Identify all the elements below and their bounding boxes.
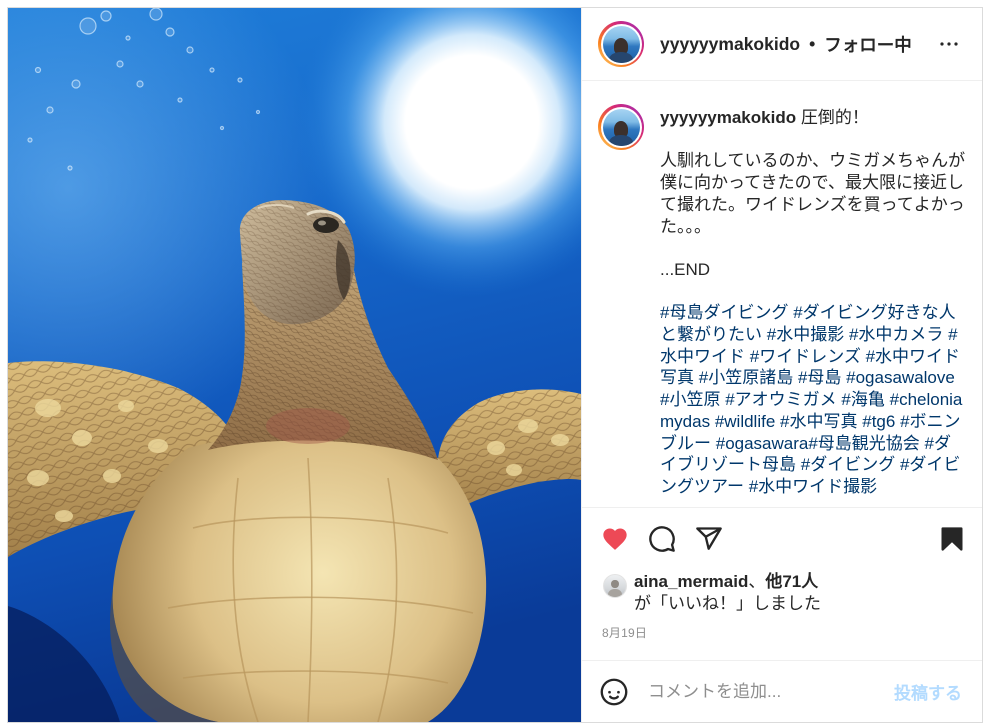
- caption-body: 人馴れしているのか、ウミガメちゃんが僕に向かってきたので、最大限に接近して撮れた…: [660, 151, 966, 236]
- actions-bar: [582, 508, 982, 570]
- avatar-ring-gap: [600, 23, 642, 65]
- post-side-panel: yyyyyymakokido • フォロー中 yyyyyymakokido 圧倒…: [581, 8, 982, 722]
- comment-form: 投稿する: [582, 660, 982, 722]
- like-button[interactable]: [601, 525, 629, 553]
- share-button[interactable]: [695, 525, 723, 553]
- author-avatar-image: [602, 25, 640, 63]
- caption-author-avatar[interactable]: [598, 104, 644, 150]
- hashtag-link[interactable]: #水中カメラ: [849, 325, 943, 344]
- following-button[interactable]: フォロー中: [824, 32, 912, 57]
- caption-title: 圧倒的！: [800, 108, 869, 127]
- liker-username-link[interactable]: aina_mermaid: [634, 572, 748, 591]
- underwater-turtle-photo: [8, 8, 581, 722]
- save-button[interactable]: [938, 525, 966, 553]
- hashtag-link[interactable]: #tg6: [862, 412, 895, 431]
- heart-filled-icon: [603, 528, 627, 550]
- comment-icon: [649, 526, 675, 552]
- hashtag-link[interactable]: #ogasawalove: [846, 368, 955, 387]
- hashtag-link[interactable]: #ダイビング: [801, 455, 895, 474]
- post-header: yyyyyymakokido • フォロー中: [582, 8, 982, 81]
- hashtag-link[interactable]: #母島: [798, 368, 841, 387]
- likes-summary: aina_mermaid、他71人 が「いいね！」しました: [582, 571, 982, 615]
- author-username-link[interactable]: yyyyyymakokido: [660, 34, 800, 55]
- comment-input[interactable]: [648, 681, 882, 702]
- hashtag-link[interactable]: #水中写真: [780, 412, 857, 431]
- hashtag-link[interactable]: #水中撮影: [767, 325, 844, 344]
- header-author-line: yyyyyymakokido • フォロー中: [660, 32, 912, 57]
- more-options-button[interactable]: [934, 29, 964, 59]
- hashtag-link[interactable]: #小笠原諸島: [699, 368, 793, 387]
- hashtag-link[interactable]: #海亀: [841, 390, 884, 409]
- hashtag-link[interactable]: #ワイドレンズ: [750, 347, 861, 366]
- hashtag-link[interactable]: #ogasawara#母島観光協会: [716, 434, 920, 453]
- emoji-button[interactable]: [600, 678, 628, 706]
- post-modal: yyyyyymakokido • フォロー中 yyyyyymakokido 圧倒…: [7, 7, 983, 723]
- more-horizontal-icon: [940, 42, 958, 46]
- post-date[interactable]: 8月19日: [602, 626, 647, 640]
- post-footer: aina_mermaid、他71人 が「いいね！」しました 8月19日: [582, 507, 982, 660]
- caption-hashtags: #母島ダイビング #ダイビング好きな人と繋がりたい #水中撮影 #水中カメラ #…: [660, 302, 966, 497]
- post-photo[interactable]: [8, 8, 581, 722]
- other-likers-link[interactable]: 他71人: [765, 572, 818, 591]
- comment-button[interactable]: [648, 525, 676, 553]
- caption-author-avatar-image: [602, 108, 640, 146]
- likes-separator: 、: [748, 572, 766, 591]
- post-date-row: 8月19日: [582, 626, 982, 640]
- smiley-icon: [600, 678, 628, 705]
- caption-first-line: yyyyyymakokido 圧倒的！: [660, 107, 966, 129]
- liker-avatar[interactable]: [603, 574, 627, 598]
- caption-username-link[interactable]: yyyyyymakokido: [660, 108, 796, 127]
- paper-plane-icon: [696, 527, 722, 550]
- likes-suffix: が「いいね！」しました: [634, 594, 821, 613]
- likes-first-line: aina_mermaid、他71人: [634, 571, 821, 593]
- hashtag-link[interactable]: #wildlife: [715, 412, 775, 431]
- caption-ending: ...END: [660, 259, 711, 279]
- author-avatar[interactable]: [598, 21, 644, 67]
- hashtag-link[interactable]: #アオウミガメ: [725, 390, 836, 409]
- likes-text: aina_mermaid、他71人 が「いいね！」しました: [634, 571, 821, 615]
- hashtag-link[interactable]: #小笠原: [660, 390, 720, 409]
- hashtag-link[interactable]: #水中ワイド撮影: [749, 477, 877, 496]
- post-comment-button[interactable]: 投稿する: [894, 679, 962, 704]
- caption-area[interactable]: yyyyyymakokido 圧倒的！ 人馴れしているのか、ウミガメちゃんが僕に…: [582, 81, 982, 507]
- avatar-ring-gap: [600, 106, 642, 148]
- header-separator: •: [809, 33, 816, 54]
- hashtag-link[interactable]: #母島ダイビング: [660, 303, 788, 322]
- bookmark-filled-icon: [941, 527, 963, 551]
- caption-text: yyyyyymakokido 圧倒的！ 人馴れしているのか、ウミガメちゃんが僕に…: [660, 104, 966, 507]
